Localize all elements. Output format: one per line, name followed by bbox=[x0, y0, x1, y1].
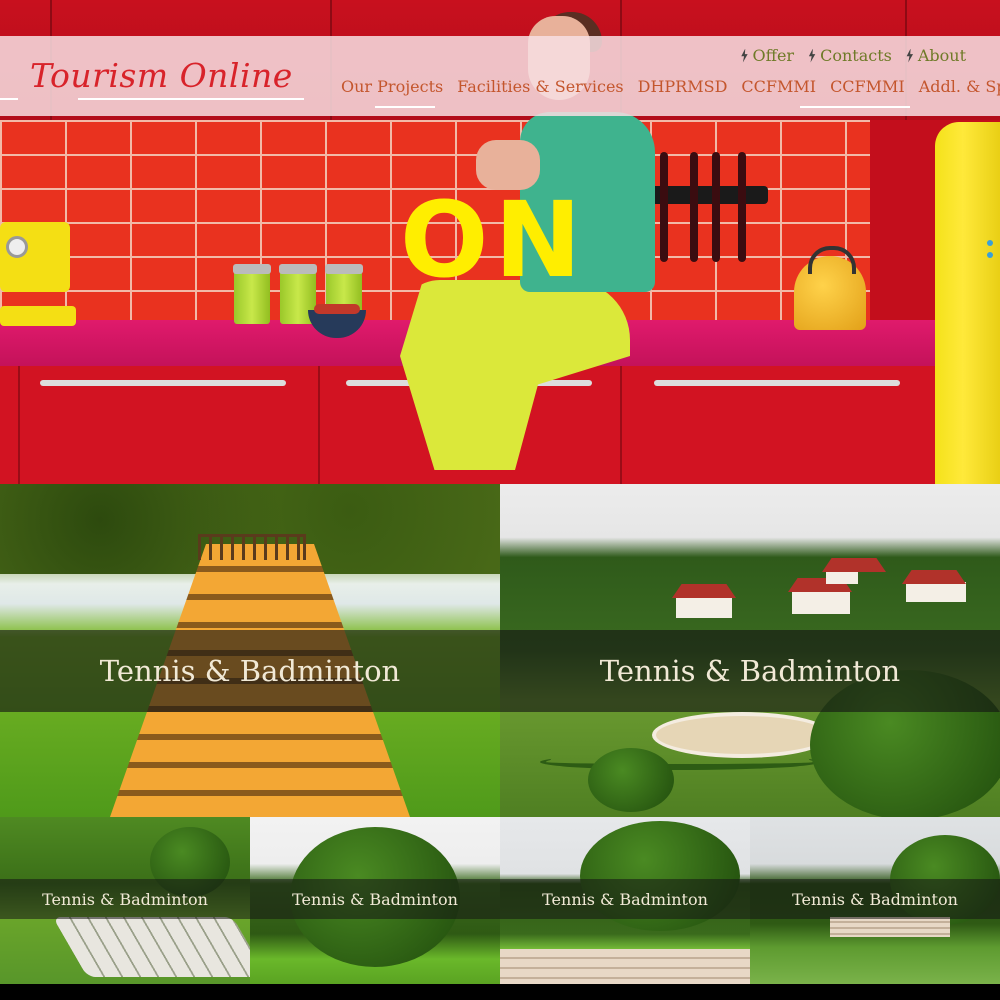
nav-ccfmmi-label: CCFMMI bbox=[830, 77, 905, 96]
tile-cottage bbox=[906, 582, 966, 602]
nav-facilities-services-label: Facilities & Services bbox=[457, 77, 624, 96]
tile-cottage bbox=[792, 590, 850, 614]
caption-band: Tennis & Badminton bbox=[0, 879, 250, 919]
nav-dhprmsd[interactable]: DHPRMSD bbox=[638, 77, 728, 102]
nav-ccfmmi-label: CCFMMI bbox=[741, 77, 817, 96]
knife bbox=[690, 152, 698, 262]
knife bbox=[712, 152, 720, 262]
kettle bbox=[794, 246, 866, 330]
tile-caption: Tennis & Badminton bbox=[599, 654, 901, 688]
tile-cottage bbox=[676, 596, 732, 618]
tile-caption: Tennis & Badminton bbox=[542, 889, 708, 909]
nav-about-label: About bbox=[917, 46, 966, 65]
canister bbox=[233, 264, 271, 324]
bolt-icon bbox=[906, 48, 914, 63]
nav-facilities-services[interactable]: Facilities & Services bbox=[457, 77, 623, 102]
bolt-icon bbox=[741, 48, 748, 63]
nav-dhprmsd-label: DHPRMSD bbox=[637, 77, 728, 96]
yellow-fridge bbox=[935, 122, 1000, 484]
gallery-tile-small[interactable]: Tennis & Badminton bbox=[250, 817, 500, 984]
logo-underline bbox=[0, 98, 18, 100]
gallery-tile-small[interactable]: Tennis & Badminton bbox=[750, 817, 1000, 984]
gallery-tile-small[interactable]: Tennis & Badminton bbox=[0, 817, 250, 984]
nav-addl-spl-label: Addl. & Spl bbox=[918, 77, 1000, 96]
caption-band: Tennis & Badminton bbox=[500, 630, 1000, 712]
utility-nav: Offer Contacts About bbox=[740, 46, 966, 65]
tile-cottage bbox=[826, 570, 858, 584]
tile-caption: Tennis & Badminton bbox=[99, 654, 401, 688]
nav-our-projects-label: Our Projects bbox=[341, 77, 444, 96]
site-logo[interactable]: Tourism Online bbox=[30, 56, 293, 95]
tile-stone-path bbox=[52, 917, 250, 977]
logo-underline bbox=[78, 98, 304, 100]
knife bbox=[660, 152, 668, 262]
nav-about-link[interactable]: About bbox=[906, 46, 966, 65]
nav-contacts-label: Contacts bbox=[820, 46, 892, 65]
nav-offer-link[interactable]: Offer bbox=[740, 46, 794, 65]
caption-band: Tennis & Badminton bbox=[250, 879, 500, 919]
nav-underline bbox=[800, 106, 911, 108]
tile-caption: Tennis & Badminton bbox=[792, 889, 958, 909]
espresso-machine bbox=[0, 222, 76, 326]
gallery-tile-large[interactable]: Tennis & Badminton bbox=[0, 484, 500, 817]
site-header: Tourism Online Offer Contacts About Our … bbox=[0, 36, 1000, 116]
gallery-tile-large[interactable]: Tennis & Badminton bbox=[500, 484, 1000, 817]
caption-band: Tennis & Badminton bbox=[750, 879, 1000, 919]
nav-our-projects[interactable]: Our Projects bbox=[341, 77, 444, 108]
page-footer-strip bbox=[0, 984, 1000, 1000]
nav-contacts-link[interactable]: Contacts bbox=[808, 46, 892, 65]
tile-steps bbox=[830, 917, 950, 937]
tile-hedge bbox=[540, 754, 820, 770]
nav-underline bbox=[375, 106, 435, 108]
tile-tree bbox=[588, 748, 674, 812]
tile-steps bbox=[500, 949, 750, 984]
tile-caption: Tennis & Badminton bbox=[42, 889, 208, 909]
tile-caption: Tennis & Badminton bbox=[292, 889, 458, 909]
hero-headline: ON bbox=[400, 179, 588, 301]
nav-addl-spl[interactable]: Addl. & Spl bbox=[919, 77, 1000, 102]
tile-railing bbox=[198, 534, 306, 560]
nav-ccfmmi-2[interactable]: CCFMMI bbox=[800, 77, 911, 108]
nav-offer-label: Offer bbox=[752, 46, 795, 65]
bolt-icon bbox=[808, 48, 816, 63]
main-nav: Our Projects Facilities & Services DHPRM… bbox=[341, 77, 1000, 108]
knife bbox=[738, 152, 746, 262]
caption-band: Tennis & Badminton bbox=[0, 630, 500, 712]
nav-ccfmmi-1[interactable]: CCFMMI bbox=[741, 77, 816, 102]
tile-court bbox=[652, 712, 832, 758]
gallery-tile-small[interactable]: Tennis & Badminton bbox=[500, 817, 750, 984]
caption-band: Tennis & Badminton bbox=[500, 879, 750, 919]
